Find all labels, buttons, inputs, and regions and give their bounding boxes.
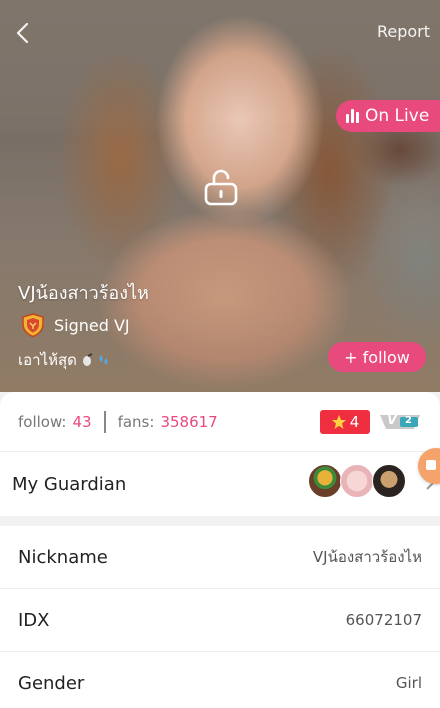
gender-label: Gender bbox=[18, 672, 85, 694]
avatar bbox=[340, 464, 374, 498]
float-button-icon bbox=[426, 460, 436, 470]
gender-value: Girl bbox=[395, 674, 422, 692]
fans-count[interactable]: 358617 bbox=[160, 413, 217, 431]
level-badge: 4 bbox=[320, 409, 370, 434]
profile-row-gender: Gender Girl bbox=[0, 652, 440, 708]
live-bars-icon bbox=[346, 109, 359, 123]
star-icon bbox=[331, 414, 346, 429]
profile-info-card: follow: 43 fans: 358617 4 V 2 My Guardia… bbox=[0, 392, 440, 708]
on-live-label: On Live bbox=[365, 106, 430, 126]
avatar bbox=[308, 464, 342, 498]
motto-text: เอาไห้สุด bbox=[18, 351, 77, 369]
report-button[interactable]: Report bbox=[377, 22, 430, 41]
my-guardian-label: My Guardian bbox=[12, 473, 127, 495]
level-badges: 4 V 2 bbox=[320, 409, 422, 434]
guardian-avatars bbox=[308, 464, 406, 498]
signed-vj-row: Signed VJ bbox=[20, 312, 130, 338]
my-guardian-row[interactable]: My Guardian bbox=[0, 452, 440, 526]
idx-label: IDX bbox=[18, 609, 50, 631]
unlock-icon[interactable] bbox=[200, 166, 242, 208]
idx-value: 66072107 bbox=[345, 611, 422, 629]
vj-name: VJน้องสาวร้องไห bbox=[18, 283, 149, 304]
profile-row-idx: IDX 66072107 bbox=[0, 589, 440, 652]
level-value: 4 bbox=[349, 412, 360, 431]
fans-count-label: fans: bbox=[117, 412, 155, 431]
stats-divider bbox=[103, 410, 106, 433]
vip-badge: V 2 bbox=[378, 412, 422, 432]
emoji-icons bbox=[81, 353, 110, 367]
follow-count[interactable]: 43 bbox=[72, 413, 91, 431]
shield-icon bbox=[22, 313, 44, 338]
droplets-icon bbox=[99, 355, 108, 365]
stats-row: follow: 43 fans: 358617 4 V 2 bbox=[0, 392, 440, 452]
vip-letter: V bbox=[387, 412, 398, 428]
nickname-value: VJน้องสาวร้องไห bbox=[312, 548, 422, 566]
profile-row-nickname: Nickname VJน้องสาวร้องไห bbox=[0, 526, 440, 589]
follow-count-label: follow: bbox=[18, 412, 67, 431]
signed-vj-label: Signed VJ bbox=[54, 315, 130, 335]
profile-page: Report On Live VJน้องสาวร้องไห Signed VJ… bbox=[0, 0, 440, 708]
avatar bbox=[372, 464, 406, 498]
nickname-label: Nickname bbox=[18, 546, 108, 568]
eggplant-icon bbox=[82, 353, 93, 366]
vip-level: 2 bbox=[405, 414, 412, 426]
follow-button[interactable]: + follow bbox=[328, 342, 426, 372]
back-arrow-icon[interactable] bbox=[12, 20, 36, 46]
on-live-badge[interactable]: On Live bbox=[336, 100, 440, 132]
vj-motto: เอาไห้สุด bbox=[18, 348, 110, 372]
